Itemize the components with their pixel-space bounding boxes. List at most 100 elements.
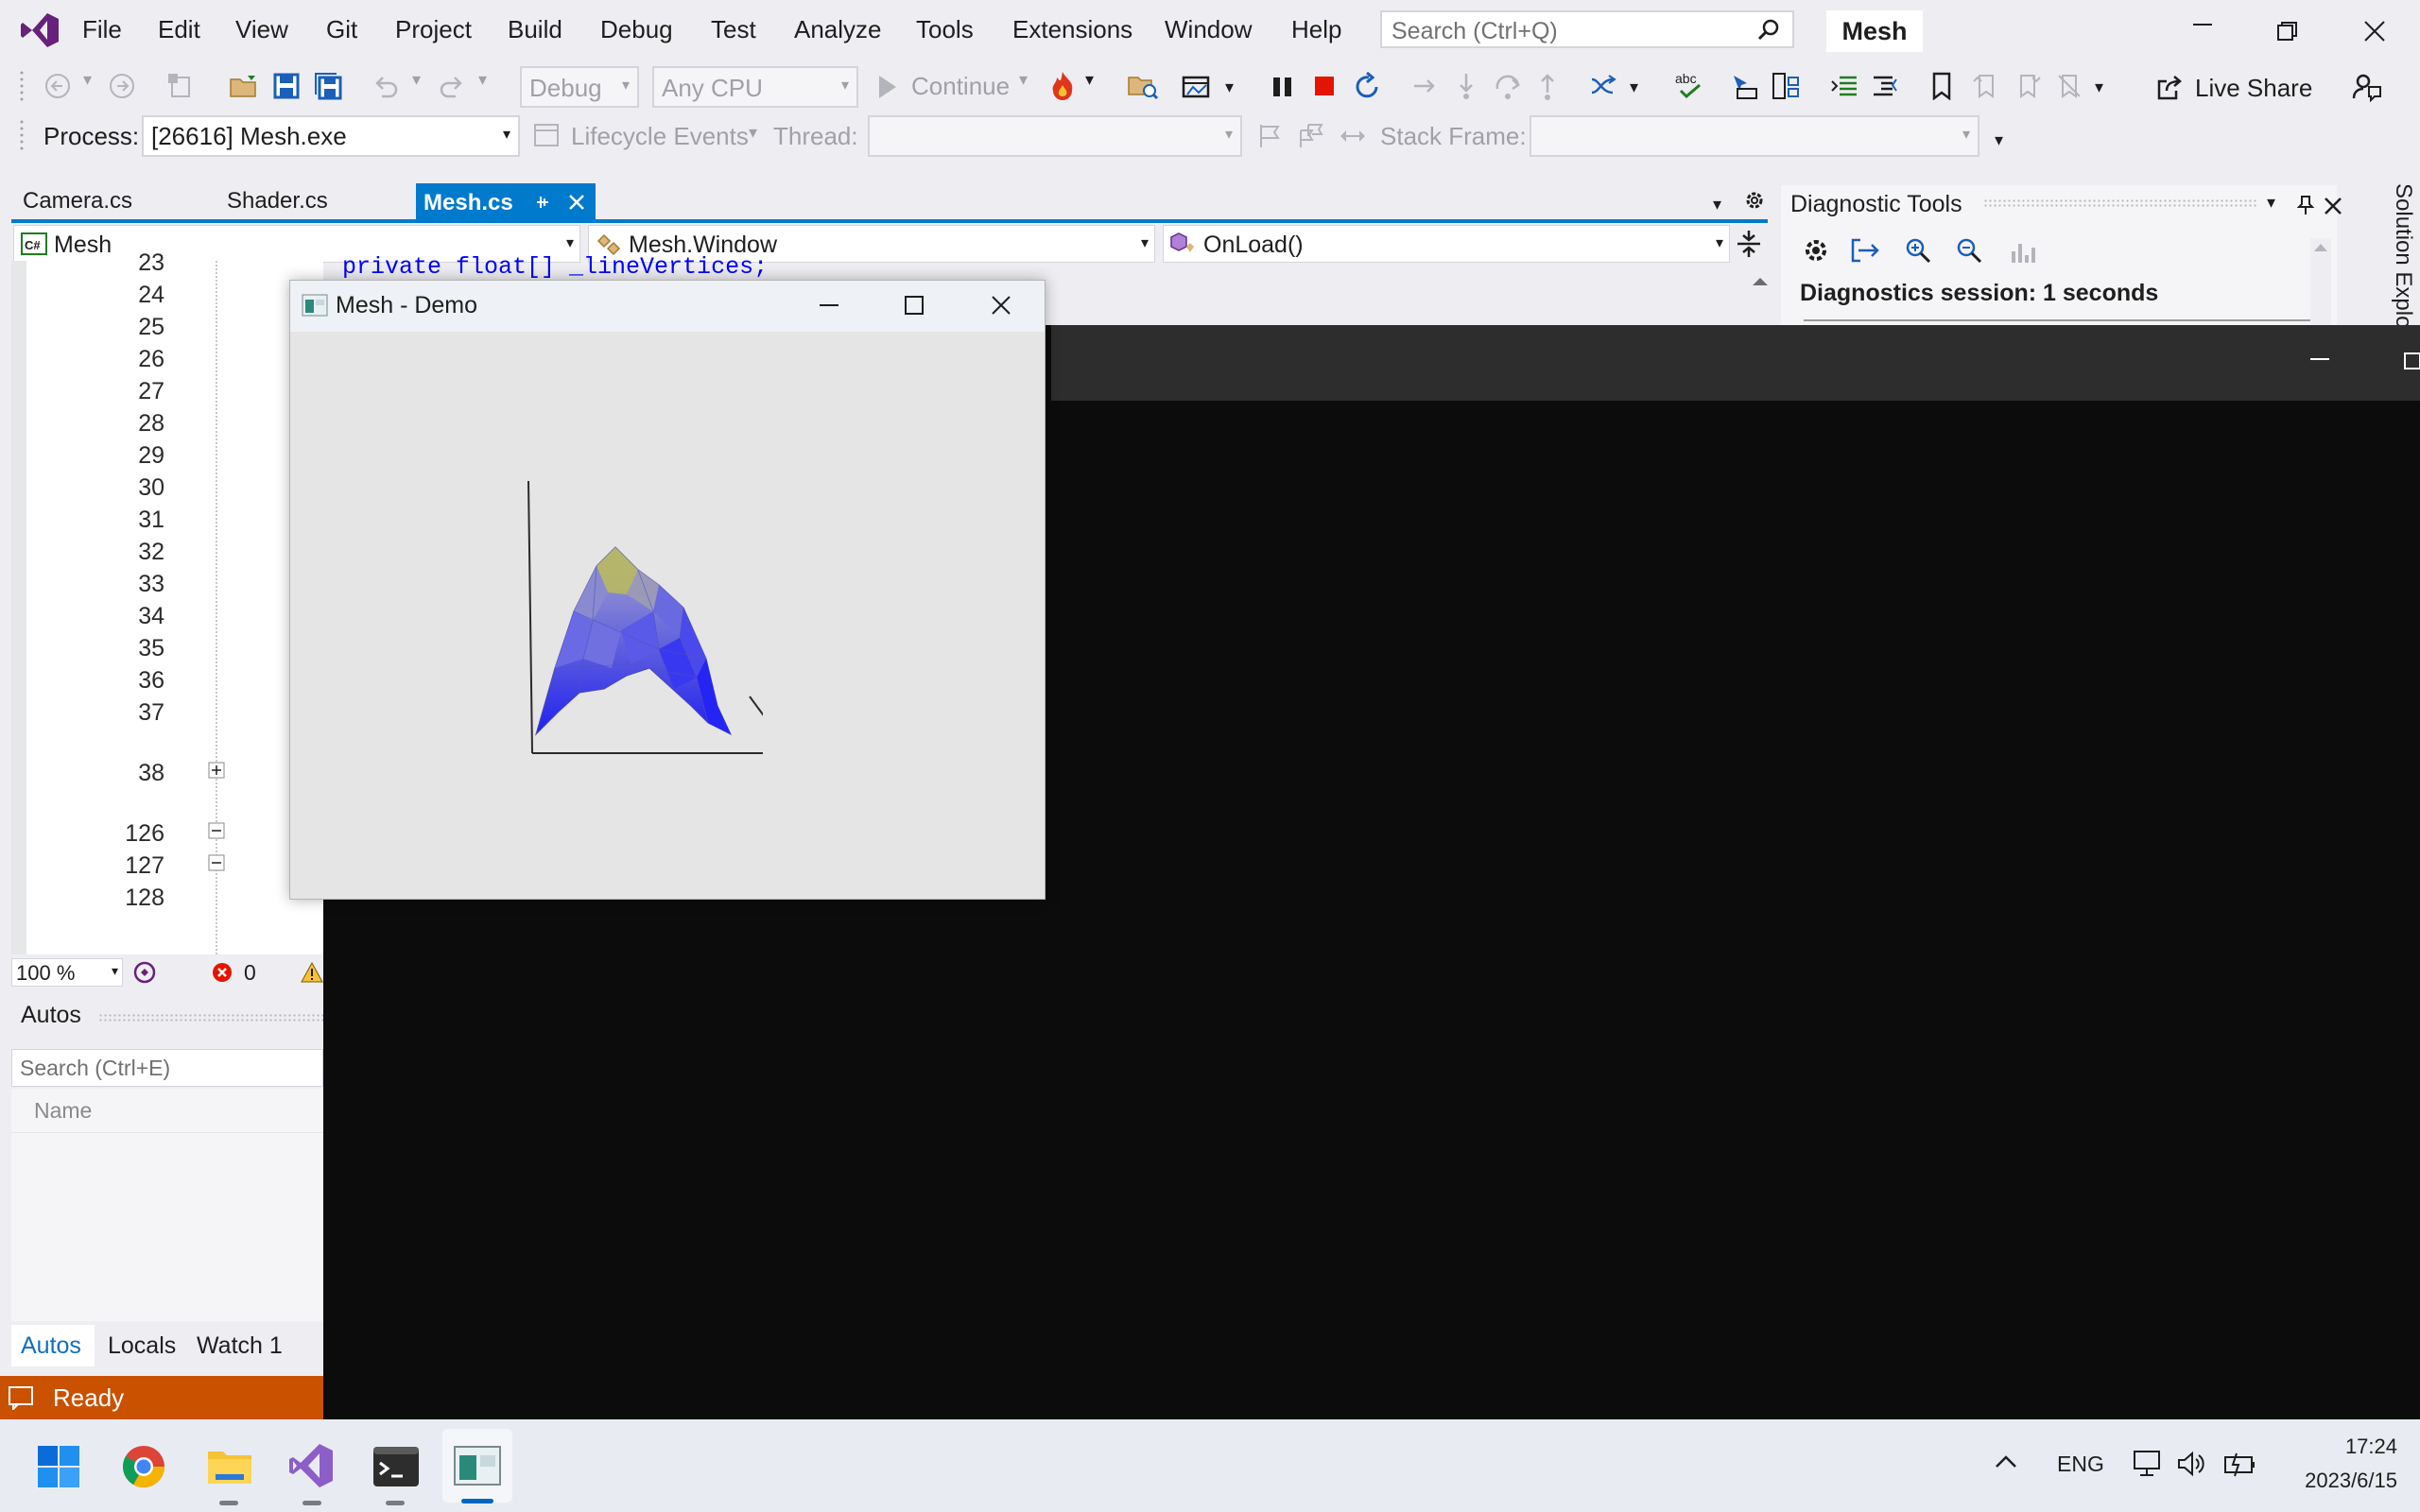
clock-time[interactable]: 17:24 <box>2286 1435 2397 1459</box>
undo-icon[interactable] <box>371 72 401 100</box>
file-explorer-icon[interactable] <box>206 1446 253 1487</box>
error-icon[interactable] <box>212 962 233 983</box>
visual-studio-taskbar-icon[interactable] <box>287 1442 335 1489</box>
clear-bookmarks-icon[interactable] <box>2055 72 2083 100</box>
step-out-icon[interactable] <box>1533 72 1562 100</box>
pin-tab-icon[interactable] <box>533 193 552 212</box>
solution-configuration-select[interactable]: Debug ▾ <box>520 66 639 108</box>
show-threads-icon[interactable] <box>1588 72 1618 100</box>
solution-explorer-side-tab[interactable]: Solution Explo <box>2378 183 2416 325</box>
settings-gear-icon[interactable] <box>1743 189 1766 212</box>
menu-file[interactable]: File <box>82 15 122 44</box>
show-next-statement-icon[interactable] <box>1410 72 1439 100</box>
break-all-icon[interactable] <box>1270 72 1295 100</box>
menu-extensions[interactable]: Extensions <box>1012 15 1132 44</box>
warning-icon[interactable] <box>301 962 323 983</box>
show-external-code-icon[interactable] <box>1339 123 1367 149</box>
mesh-demo-window[interactable]: Mesh - Demo <box>289 280 1046 900</box>
undo-dropdown-icon[interactable]: ▾ <box>412 70 421 90</box>
toolbar-overflow-icon[interactable]: ▾ <box>1995 130 2003 150</box>
indent-icon[interactable] <box>1830 72 1858 100</box>
menu-edit[interactable]: Edit <box>158 15 200 44</box>
lifecycle-events-button[interactable]: Lifecycle Events <box>571 122 749 151</box>
hot-reload-icon[interactable] <box>1047 70 1078 102</box>
step-over-icon[interactable] <box>1494 72 1522 100</box>
tab-list-dropdown-icon[interactable]: ▾ <box>1713 195 1721 215</box>
battery-icon[interactable] <box>2223 1450 2257 1478</box>
open-folder-icon[interactable] <box>229 72 259 100</box>
menu-tools[interactable]: Tools <box>916 15 974 44</box>
menu-test[interactable]: Test <box>711 15 756 44</box>
demo-minimize-button[interactable] <box>818 294 840 317</box>
diagnostic-settings-gear-icon[interactable] <box>1802 236 1830 265</box>
menu-debug[interactable]: Debug <box>600 15 673 44</box>
mesh-demo-taskbar-button[interactable] <box>442 1429 512 1503</box>
console-maximize-icon[interactable] <box>2403 352 2420 370</box>
zoom-select[interactable]: 100 % ▾ <box>11 958 123 987</box>
redo-dropdown-icon[interactable]: ▾ <box>478 70 487 90</box>
menu-analyze[interactable]: Analyze <box>794 15 882 44</box>
threads-dropdown-icon[interactable]: ▾ <box>1630 77 1638 97</box>
member-nav-select[interactable]: OnLoad() ▾ <box>1163 225 1730 263</box>
thread-select[interactable]: ▾ <box>868 115 1242 157</box>
terminal-icon[interactable] <box>372 1446 420 1487</box>
navigate-back-icon[interactable] <box>43 72 72 100</box>
chart-view-icon[interactable] <box>2008 236 2036 265</box>
new-item-icon[interactable] <box>166 72 195 100</box>
collapse-region-icon[interactable] <box>208 854 225 871</box>
console-minimize-icon[interactable] <box>2308 348 2331 370</box>
stop-debugging-icon[interactable] <box>1312 74 1337 98</box>
save-icon[interactable] <box>272 72 301 100</box>
close-button[interactable] <box>2363 20 2386 43</box>
tab-locals[interactable]: Locals <box>108 1332 176 1360</box>
hot-reload-dropdown-icon[interactable]: ▾ <box>1085 70 1094 90</box>
diagnostic-scrollbar[interactable] <box>2310 238 2331 325</box>
tab-watch-1[interactable]: Watch 1 <box>197 1332 283 1360</box>
show-files-icon[interactable] <box>1127 72 1159 100</box>
minimize-button[interactable] <box>2191 6 2214 43</box>
continue-dropdown-icon[interactable]: ▾ <box>1019 70 1028 90</box>
live-share-icon[interactable] <box>2155 74 2184 102</box>
toolbar-overflow-icon[interactable]: ▾ <box>2095 77 2103 97</box>
lifecycle-dropdown-icon[interactable]: ▾ <box>749 123 757 143</box>
zoom-out-icon[interactable] <box>1955 236 1983 265</box>
window-position-dropdown-icon[interactable]: ▾ <box>2267 193 2275 213</box>
application-insights-icon[interactable] <box>1182 72 1214 104</box>
restore-button[interactable] <box>2276 21 2299 42</box>
demo-close-button[interactable] <box>990 294 1012 317</box>
clock-date[interactable]: 2023/6/15 <box>2269 1469 2397 1493</box>
outdent-icon[interactable] <box>1872 72 1900 100</box>
restart-icon[interactable] <box>1352 72 1382 102</box>
solution-platform-select[interactable]: Any CPU ▾ <box>652 66 858 108</box>
toggle-flag-icon[interactable] <box>1257 123 1284 149</box>
code-editor[interactable]: private float[] _lineVertices; 23 24 25 … <box>11 249 768 954</box>
zoom-in-icon[interactable] <box>1904 236 1932 265</box>
flag-threads-icon[interactable] <box>1297 123 1325 149</box>
menu-project[interactable]: Project <box>395 15 472 44</box>
stack-frame-select[interactable]: ▾ <box>1530 115 1979 157</box>
tab-camera-cs[interactable]: Camera.cs <box>13 181 142 221</box>
autos-search-input[interactable]: Search (Ctrl+E) <box>11 1049 323 1087</box>
redo-icon[interactable] <box>437 72 467 100</box>
name-column-header[interactable]: Name <box>34 1098 92 1124</box>
demo-maximize-button[interactable] <box>903 294 925 317</box>
navigate-forward-icon[interactable] <box>108 72 136 100</box>
continue-button[interactable]: Continue <box>911 72 1010 101</box>
menu-git[interactable]: Git <box>326 15 357 44</box>
show-hidden-icons-chevron-up-icon[interactable] <box>1993 1452 2019 1470</box>
volume-icon[interactable] <box>2176 1450 2206 1478</box>
intellicode-icon[interactable] <box>132 960 157 985</box>
feedback-icon[interactable] <box>2352 72 2382 102</box>
chrome-icon[interactable] <box>121 1444 166 1489</box>
step-into-icon[interactable] <box>1452 72 1480 100</box>
pin-icon[interactable] <box>2297 195 2314 215</box>
bookmark-icon[interactable] <box>1930 72 1953 100</box>
menu-help[interactable]: Help <box>1291 15 1341 44</box>
next-bookmark-icon[interactable] <box>2014 72 2042 100</box>
tab-autos[interactable]: Autos <box>11 1325 95 1366</box>
live-share-button[interactable]: Live Share <box>2195 74 2312 103</box>
close-panel-icon[interactable] <box>2324 197 2342 215</box>
status-notification-icon[interactable] <box>8 1385 34 1410</box>
process-select[interactable]: [26616] Mesh.exe ▾ <box>142 115 520 157</box>
live-visual-tree-icon[interactable] <box>1772 72 1802 102</box>
